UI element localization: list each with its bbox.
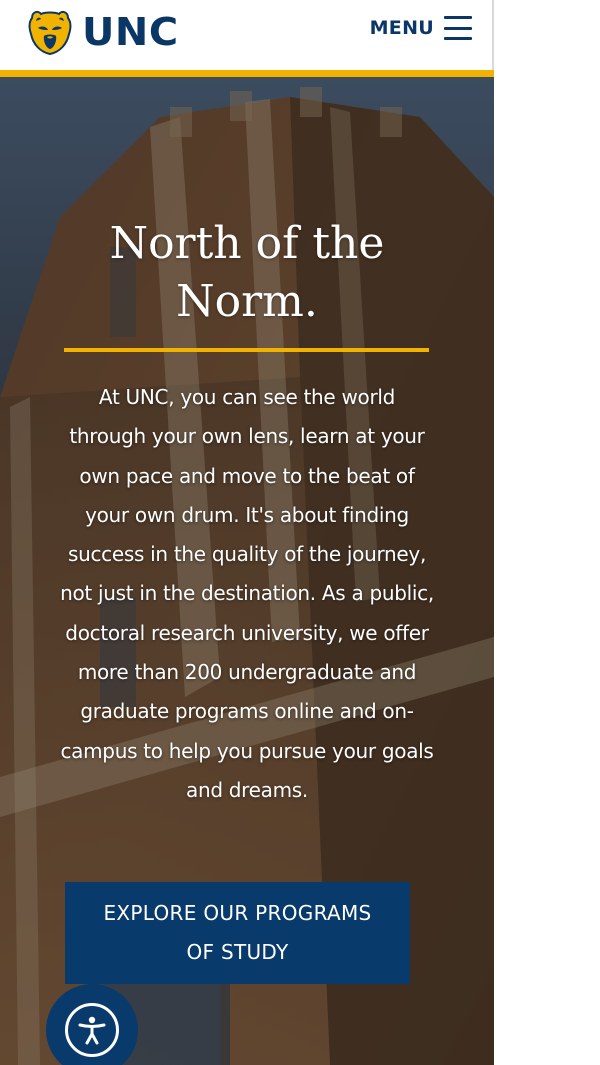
- hero-section: North of the Norm. At UNC, you can see t…: [0, 77, 494, 1065]
- accessibility-icon: [65, 1003, 119, 1057]
- site-header: UNC MENU: [0, 0, 494, 70]
- home-logo-link[interactable]: UNC: [26, 8, 178, 56]
- explore-programs-label-line-2: OF STUDY: [186, 940, 289, 964]
- bear-logo-icon: [28, 10, 72, 56]
- hero-title: North of the Norm.: [47, 215, 447, 331]
- hero-gold-divider: [64, 348, 429, 352]
- mobile-viewport: UNC MENU North of the Norm. At UNC, you …: [0, 0, 494, 1065]
- logo-wordmark: UNC: [82, 10, 179, 54]
- explore-programs-label: EXPLORE OUR PROGRAMS OF STUDY: [103, 894, 371, 972]
- hero-title-line-2: Norm.: [176, 276, 318, 327]
- hamburger-menu-icon: [444, 16, 472, 40]
- hero-description: At UNC, you can see the world through yo…: [60, 385, 434, 802]
- accessibility-button[interactable]: [46, 984, 138, 1065]
- hero-title-line-1: North of the: [109, 218, 385, 269]
- header-accent-bar: [0, 70, 494, 77]
- menu-label: MENU: [369, 17, 434, 39]
- explore-programs-button[interactable]: EXPLORE OUR PROGRAMS OF STUDY: [65, 882, 410, 984]
- menu-button[interactable]: MENU: [370, 16, 472, 40]
- explore-programs-label-line-1: EXPLORE OUR PROGRAMS: [103, 901, 372, 925]
